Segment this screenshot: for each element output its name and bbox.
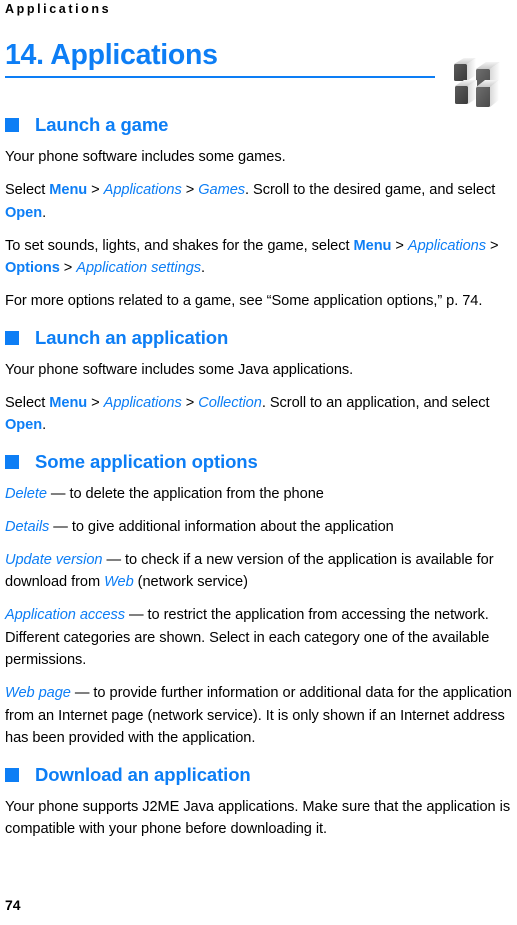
text-run: >	[486, 237, 499, 254]
menu-term: Collection	[198, 394, 262, 411]
square-bullet-icon	[5, 118, 19, 132]
section-heading: Some application options	[5, 449, 512, 475]
text-run: >	[181, 182, 199, 198]
body-paragraph: Update version — to check if a new versi…	[5, 549, 512, 594]
text-run: >	[59, 260, 77, 276]
text-run: >	[181, 394, 199, 411]
text-run: >	[391, 237, 408, 254]
ui-term: Menu	[49, 182, 88, 198]
text-run: For more options related to a game, see …	[5, 293, 483, 309]
body-paragraph: Your phone software includes some games.	[5, 146, 512, 169]
body-paragraph: For more options related to a game, see …	[5, 290, 512, 313]
body-paragraph: Details — to give additional information…	[5, 516, 512, 539]
body-paragraph: Select Menu > Applications > Collection.…	[5, 392, 512, 437]
section-heading: Launch a game	[5, 112, 512, 138]
text-run: Your phone software includes some Java a…	[5, 361, 354, 378]
page-content: Launch a game Your phone software include…	[5, 112, 512, 841]
title-divider	[5, 76, 435, 78]
ui-term: Menu	[353, 237, 392, 254]
menu-term: Web page	[5, 685, 71, 701]
ui-term: Open	[5, 204, 43, 221]
text-run: (network service)	[133, 574, 248, 590]
ui-term: Options	[5, 260, 60, 276]
applications-cubes-icon	[452, 50, 510, 112]
menu-term: Details	[5, 518, 50, 535]
square-bullet-icon	[5, 767, 19, 782]
ui-term: Menu	[49, 394, 88, 411]
ui-term: Open	[5, 417, 43, 433]
body-paragraph: Delete — to delete the application from …	[5, 483, 512, 506]
menu-term: Web	[104, 574, 134, 590]
body-paragraph: Your phone supports J2ME Java applicatio…	[5, 796, 512, 841]
page-number: 74	[5, 897, 21, 913]
square-bullet-icon	[5, 330, 19, 345]
section-heading-label: Launch an application	[35, 326, 229, 348]
menu-term: Application settings	[76, 260, 202, 276]
menu-term: Delete	[5, 485, 47, 502]
text-run: >	[87, 182, 104, 198]
menu-term: Games	[198, 182, 246, 198]
body-paragraph: Your phone software includes some Java a…	[5, 359, 512, 382]
text-run: Select	[5, 394, 50, 411]
body-paragraph: Web page — to provide further informatio…	[5, 682, 512, 750]
body-paragraph: To set sounds, lights, and shakes for th…	[5, 235, 512, 280]
section-heading: Launch an application	[5, 325, 512, 351]
text-run: .	[201, 260, 206, 276]
square-bullet-icon	[5, 454, 19, 469]
body-paragraph: Application access — to restrict the app…	[5, 604, 512, 672]
menu-term: Update version	[5, 551, 103, 568]
body-paragraph: Select Menu > Applications > Games. Scro…	[5, 179, 512, 224]
page-title: 14. Applications	[5, 39, 218, 71]
menu-term: Applications	[103, 394, 182, 411]
text-run: Select	[5, 182, 50, 198]
menu-term: Application access	[5, 607, 125, 623]
chapter-title-block: 14. Applications	[5, 38, 435, 78]
menu-term: Applications	[103, 182, 182, 198]
text-run: — to delete the application from the pho…	[46, 485, 324, 502]
text-run: .	[42, 204, 47, 221]
manual-page: Applications 14. Applications Launch a g…	[0, 0, 517, 925]
running-header: Applications	[5, 2, 112, 16]
text-run: .	[42, 417, 47, 433]
text-run: — to give additional information about t…	[49, 518, 394, 535]
text-run: — to provide further information or addi…	[5, 685, 512, 746]
section-heading-label: Launch a game	[35, 114, 169, 135]
menu-term: Applications	[407, 237, 486, 254]
section-heading-label: Some application options	[35, 450, 258, 472]
section-heading: Download an application	[5, 762, 512, 788]
text-run: Your phone supports J2ME Java applicatio…	[5, 798, 511, 838]
text-run: To set sounds, lights, and shakes for th…	[5, 237, 354, 254]
text-run: >	[87, 394, 104, 411]
section-heading-label: Download an application	[35, 763, 251, 785]
text-run: . Scroll to the desired game, and select	[245, 182, 496, 198]
text-run: . Scroll to an application, and select	[261, 394, 490, 411]
text-run: Your phone software includes some games.	[5, 149, 286, 165]
